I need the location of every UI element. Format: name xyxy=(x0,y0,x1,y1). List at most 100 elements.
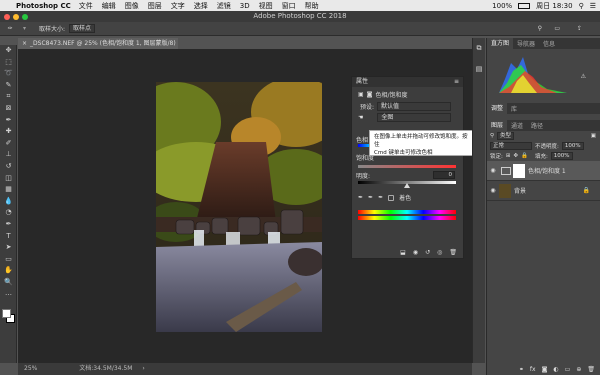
move-tool-icon[interactable]: ✥ xyxy=(0,45,17,57)
healing-brush-icon[interactable]: ✚ xyxy=(0,126,17,138)
workspace-icon[interactable]: ▭ xyxy=(554,25,560,32)
layer-row[interactable]: ◉ 色相/饱和度 1 xyxy=(487,161,600,181)
clone-stamp-icon[interactable]: ⊥ xyxy=(0,149,17,161)
tab-adjustments[interactable]: 调整 xyxy=(487,103,508,114)
lightness-slider-thumb[interactable] xyxy=(404,183,410,188)
fill-input[interactable]: 100% xyxy=(550,152,573,160)
layer-kind-select[interactable]: 类型 xyxy=(497,132,515,140)
zoom-level[interactable]: 25% xyxy=(24,365,37,372)
tab-channels[interactable]: 通道 xyxy=(507,121,527,130)
opacity-input[interactable]: 100% xyxy=(561,142,584,150)
colorize-checkbox[interactable] xyxy=(388,194,395,201)
sample-eyedropper-icon[interactable]: ✒ xyxy=(358,194,363,201)
menu-edit[interactable]: 编辑 xyxy=(102,1,116,11)
lock-all-icon[interactable]: 🔒 xyxy=(521,153,528,159)
minimize-window-button[interactable] xyxy=(13,14,19,20)
targeted-adjust-icon[interactable]: ☚ xyxy=(358,114,363,121)
hand-tool-icon[interactable]: ✋ xyxy=(0,265,17,277)
history-brush-icon[interactable]: ↺ xyxy=(0,161,17,173)
document-tab[interactable]: ×_DSC8473.NEF @ 25% (色相/饱和度 1, 图层蒙版/8) * xyxy=(18,38,178,58)
layer-name[interactable]: 背景 xyxy=(514,186,526,195)
lasso-tool-icon[interactable]: ➰ xyxy=(0,68,17,80)
zoom-tool-icon[interactable]: 🔍 xyxy=(0,277,17,289)
layer-style-icon[interactable]: fx xyxy=(530,366,536,373)
filter-toggle-icon[interactable]: ▣ xyxy=(591,133,600,139)
panel-menu-icon[interactable]: ≡ xyxy=(454,77,459,87)
channel-select[interactable]: 全图 xyxy=(377,113,452,122)
menu-file[interactable]: 文件 xyxy=(79,1,93,11)
history-panel-icon[interactable]: ⧉ xyxy=(473,44,485,53)
tab-libraries[interactable]: 库 xyxy=(507,104,521,113)
menu-select[interactable]: 选择 xyxy=(194,1,208,11)
menu-list-icon[interactable]: ☰ xyxy=(590,2,596,10)
gradient-tool-icon[interactable]: ▦ xyxy=(0,184,17,196)
tab-navigator[interactable]: 导航器 xyxy=(513,39,539,48)
tab-paths[interactable]: 路径 xyxy=(527,121,547,130)
visibility-icon[interactable]: ◎ xyxy=(437,249,442,256)
layer-visibility-icon[interactable]: ◉ xyxy=(487,187,499,194)
eyedropper-icon[interactable]: ✒ xyxy=(0,115,17,127)
delete-adjustment-icon[interactable]: 🗑 xyxy=(449,249,457,256)
add-sample-eyedropper-icon[interactable]: ✒ xyxy=(368,194,373,201)
marquee-tool-icon[interactable]: ⬚ xyxy=(0,57,17,69)
foreground-color-swatch[interactable] xyxy=(2,309,11,319)
search-icon[interactable]: ⚲ xyxy=(579,2,584,10)
tab-layers[interactable]: 图层 xyxy=(487,120,508,131)
menu-window[interactable]: 窗口 xyxy=(282,1,296,11)
more-tools-icon[interactable]: … xyxy=(0,288,17,300)
battery-icon[interactable] xyxy=(518,2,531,9)
layer-mask-thumbnail[interactable] xyxy=(513,163,525,178)
blend-mode-select[interactable]: 正常 xyxy=(490,142,532,150)
close-tab-icon[interactable]: × xyxy=(22,40,27,47)
crop-tool-icon[interactable]: ⌗ xyxy=(0,91,17,103)
frame-tool-icon[interactable]: ⊠ xyxy=(0,103,17,115)
canvas-photo[interactable] xyxy=(156,82,322,332)
lock-position-icon[interactable]: ✥ xyxy=(513,153,518,159)
type-tool-icon[interactable]: T xyxy=(0,231,17,243)
eraser-tool-icon[interactable]: ◫ xyxy=(0,173,17,185)
new-layer-icon[interactable]: ⊕ xyxy=(576,366,581,373)
subtract-sample-eyedropper-icon[interactable]: ✒ xyxy=(378,194,383,201)
delete-layer-icon[interactable]: 🗑 xyxy=(587,366,595,373)
tab-info[interactable]: 信息 xyxy=(539,39,559,48)
menu-image[interactable]: 图像 xyxy=(125,1,139,11)
histogram-refresh-icon[interactable]: ⚠ xyxy=(581,73,586,80)
zoom-window-button[interactable] xyxy=(22,14,28,20)
quick-select-tool-icon[interactable]: ✎ xyxy=(0,80,17,92)
menu-filter[interactable]: 滤镜 xyxy=(217,1,231,11)
eyedropper-tool-icon[interactable]: ✑ xyxy=(0,25,20,32)
shape-tool-icon[interactable]: ▭ xyxy=(0,254,17,266)
tool-preset-chevron-icon[interactable]: ▾ xyxy=(23,25,26,32)
menu-3d[interactable]: 3D xyxy=(240,2,250,10)
layer-visibility-icon[interactable]: ◉ xyxy=(487,167,499,174)
workspace-search-icon[interactable]: ⚲ xyxy=(538,25,542,32)
lightness-value[interactable]: 0 xyxy=(433,171,455,179)
new-group-icon[interactable]: ▭ xyxy=(565,366,571,373)
status-menu-icon[interactable]: › xyxy=(142,365,144,372)
properties-panel-icon[interactable]: ▤ xyxy=(473,65,485,73)
close-window-button[interactable] xyxy=(4,14,10,20)
dodge-tool-icon[interactable]: ◔ xyxy=(0,207,17,219)
add-mask-icon[interactable]: ◙ xyxy=(542,366,548,373)
new-adjustment-icon[interactable]: ◐ xyxy=(553,366,558,373)
link-layers-icon[interactable]: ⚭ xyxy=(519,366,524,373)
pen-tool-icon[interactable]: ✒ xyxy=(0,219,17,231)
color-swatches[interactable] xyxy=(0,304,16,334)
clock[interactable]: 周日 18:30 xyxy=(536,1,572,11)
tab-histogram[interactable]: 直方图 xyxy=(487,38,514,49)
saturation-slider[interactable] xyxy=(358,165,456,168)
blur-tool-icon[interactable]: 💧 xyxy=(0,196,17,208)
mask-icon[interactable]: ◙ xyxy=(367,91,373,98)
menu-type[interactable]: 文字 xyxy=(171,1,185,11)
layer-name[interactable]: 色相/饱和度 1 xyxy=(528,166,566,175)
lock-pixels-icon[interactable]: ⊞ xyxy=(506,153,511,159)
app-menu[interactable]: Photoshop CC xyxy=(16,2,71,10)
layer-row[interactable]: ◉ 背景 🔒 xyxy=(487,181,600,201)
preset-select[interactable]: 默认值 xyxy=(377,102,452,111)
share-icon[interactable]: ⇪ xyxy=(577,25,582,32)
filter-search-icon[interactable]: ⚲ xyxy=(490,133,494,139)
clip-to-layer-icon[interactable]: ⬓ xyxy=(400,249,406,256)
sample-size-select[interactable]: 取样点 xyxy=(69,24,96,33)
reset-icon[interactable]: ↺ xyxy=(425,249,430,256)
menu-view[interactable]: 视图 xyxy=(259,1,273,11)
